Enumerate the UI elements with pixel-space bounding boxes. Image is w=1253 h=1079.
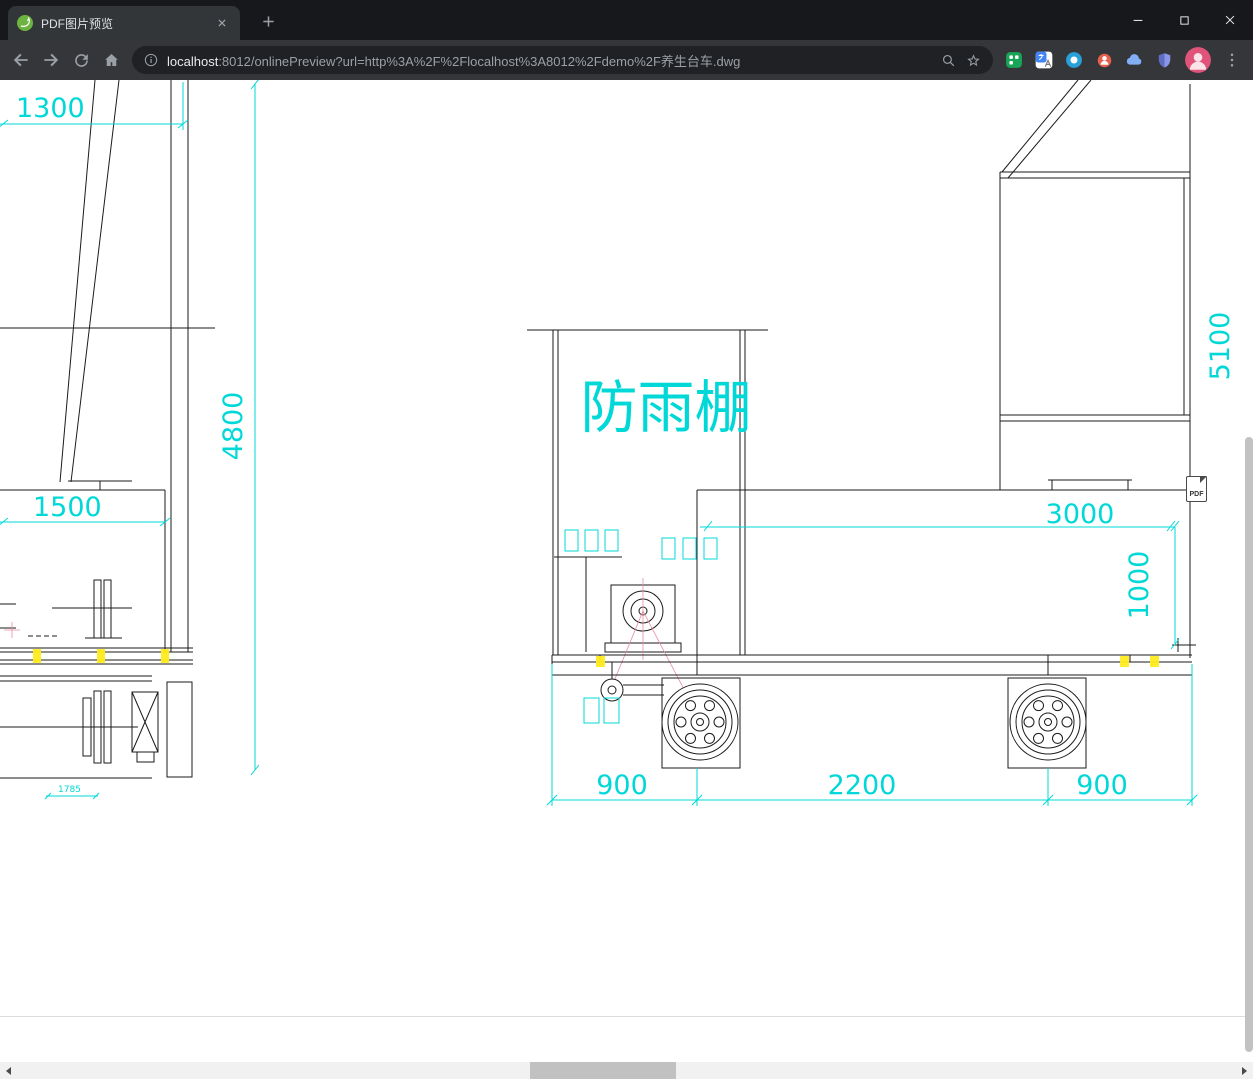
person-red-extension-icon[interactable] (1089, 45, 1119, 75)
pdf-badge-fold (1200, 476, 1207, 483)
page-bottom-edge (0, 1016, 1253, 1017)
profile-avatar[interactable] (1185, 47, 1211, 73)
extension-grid-green-icon[interactable] (999, 45, 1029, 75)
cad-dimensions-left: 1300 4800 1500 1785 (0, 80, 260, 800)
translate-extension-icon[interactable] (1029, 45, 1059, 75)
zoom-icon[interactable] (940, 52, 957, 69)
tab-pdf-preview[interactable]: PDF图片预览 (8, 6, 240, 40)
cad-drawing: 1300 4800 1500 1785 防雨棚 5100 3000 1000 9… (0, 80, 1236, 806)
dim-5100-label: 5100 (1205, 312, 1236, 381)
address-bar[interactable]: localhost:8012/onlinePreview?url=http%3A… (132, 46, 993, 74)
horizontal-scrollbar[interactable] (0, 1062, 1253, 1079)
cloud-extension-icon[interactable] (1119, 45, 1149, 75)
tab-strip: PDF图片预览 (0, 0, 1253, 40)
pdf-badge-label: PDF (1189, 491, 1204, 498)
spring-leaf-favicon (17, 15, 33, 31)
window-controls (1115, 0, 1253, 40)
reload-button[interactable] (66, 45, 96, 75)
cad-dimensions-right: 5100 3000 1000 (700, 312, 1236, 650)
url-host: localhost (167, 53, 219, 69)
minimize-button[interactable] (1115, 0, 1161, 40)
dim-900-right-label: 900 (1076, 770, 1128, 801)
horizontal-scrollbar-thumb[interactable] (530, 1062, 676, 1079)
left-triangle-icon (6, 1066, 11, 1075)
browser-toolbar: localhost:8012/onlinePreview?url=http%3A… (0, 40, 1253, 80)
page-info-icon[interactable] (143, 52, 159, 68)
dim-1000-label: 1000 (1124, 551, 1155, 620)
back-button[interactable] (6, 45, 36, 75)
vertical-scrollbar-thumb[interactable] (1245, 437, 1253, 1052)
scroll-right-arrow[interactable] (1236, 1062, 1253, 1079)
url-text[interactable]: localhost:8012/onlinePreview?url=http%3A… (167, 51, 932, 70)
dim-4800-label: 4800 (218, 392, 249, 461)
menu-kebab-icon[interactable] (1217, 45, 1247, 75)
cad-left-view (0, 80, 215, 779)
dim-900-left-label: 900 (596, 770, 648, 801)
blue-circle-extension-icon[interactable] (1059, 45, 1089, 75)
dim-1785-label: 1785 (58, 785, 81, 795)
dim-3000-label: 3000 (1046, 499, 1115, 530)
browser-window: PDF图片预览 localhost:8012/onlinePreview?url… (0, 0, 1253, 1079)
url-path: :8012/onlinePreview?url=http%3A%2F%2Floc… (218, 53, 741, 69)
pdf-preview-content: 1300 4800 1500 1785 防雨棚 5100 3000 1000 9… (0, 80, 1253, 1079)
bookmark-star-icon[interactable] (965, 52, 982, 69)
pdf-file-badge[interactable]: PDF (1186, 476, 1207, 502)
cad-wheels (583, 662, 1087, 769)
new-tab-button[interactable] (254, 7, 282, 35)
shelter-label: 防雨棚 (581, 375, 752, 441)
dim-1500-label: 1500 (33, 492, 102, 523)
shield-extension-icon[interactable] (1149, 45, 1179, 75)
right-triangle-icon (1242, 1066, 1247, 1075)
forward-button[interactable] (36, 45, 66, 75)
maximize-button[interactable] (1161, 0, 1207, 40)
dim-1300-label: 1300 (16, 93, 85, 124)
cad-deck (551, 654, 1192, 676)
tab-title: PDF图片预览 (41, 16, 114, 31)
dim-2200-label: 2200 (828, 770, 897, 801)
scroll-left-arrow[interactable] (0, 1062, 17, 1079)
tab-close-icon[interactable] (213, 14, 231, 32)
cad-platform-view (696, 80, 1196, 658)
home-button[interactable] (96, 45, 126, 75)
close-button[interactable] (1207, 0, 1253, 40)
